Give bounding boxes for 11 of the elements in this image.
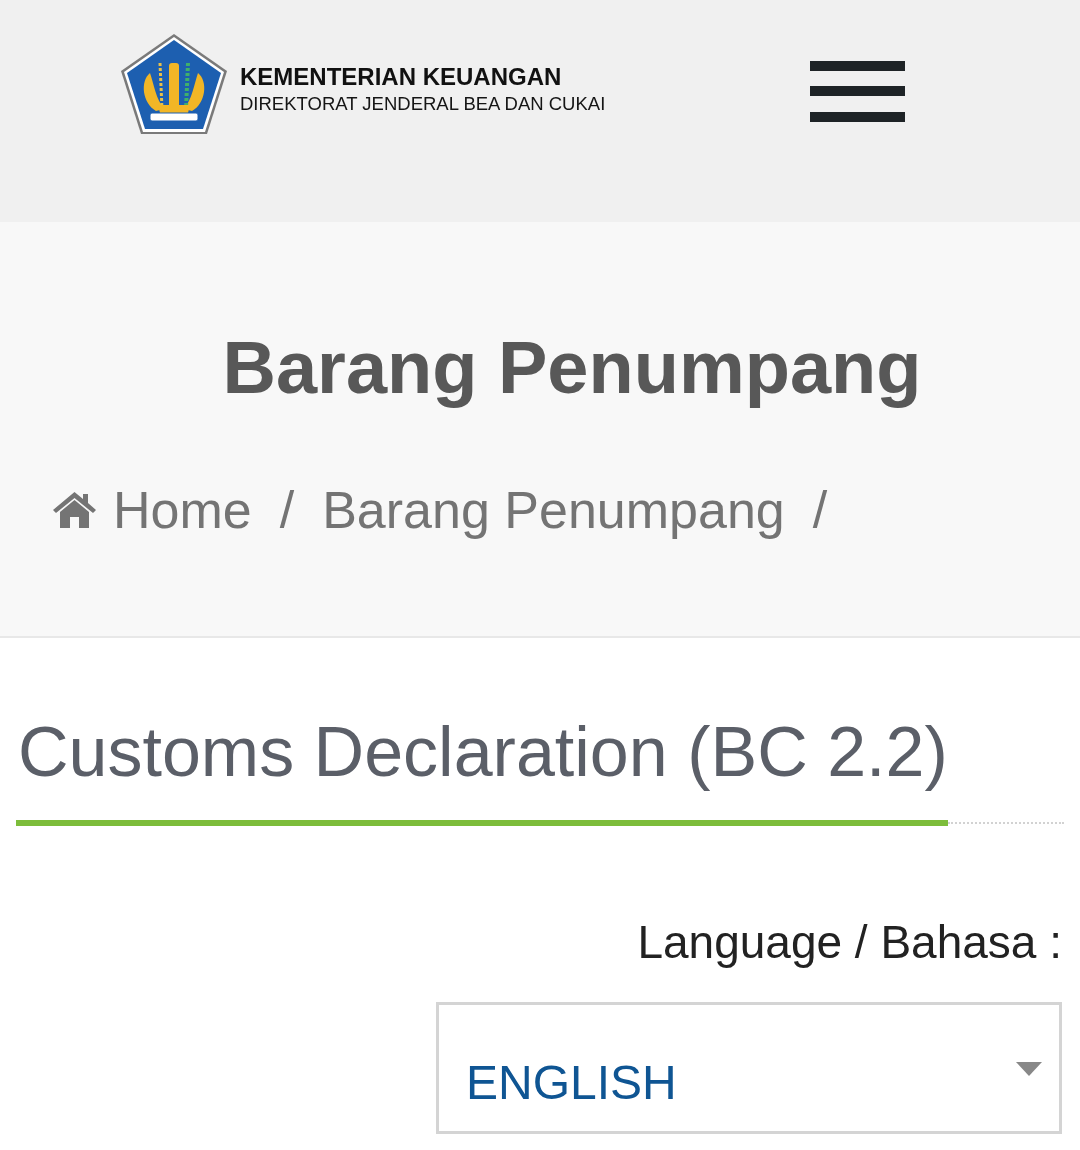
pentagon-emblem-icon (120, 33, 228, 135)
breadcrumb-separator: / (812, 484, 828, 536)
breadcrumb-separator: / (279, 484, 295, 536)
ministry-name: KEMENTERIAN KEUANGAN (240, 64, 563, 91)
home-icon (52, 490, 97, 530)
caret-icon (1016, 1062, 1042, 1076)
home-link[interactable]: Home (52, 484, 252, 536)
directorate-name: DIREKTORAT JENDERAL BEA DAN CUKAI (240, 93, 606, 114)
language-select[interactable]: ENGLISH (436, 1002, 1062, 1134)
menu-button[interactable] (810, 60, 905, 122)
menu-icon (810, 60, 905, 122)
